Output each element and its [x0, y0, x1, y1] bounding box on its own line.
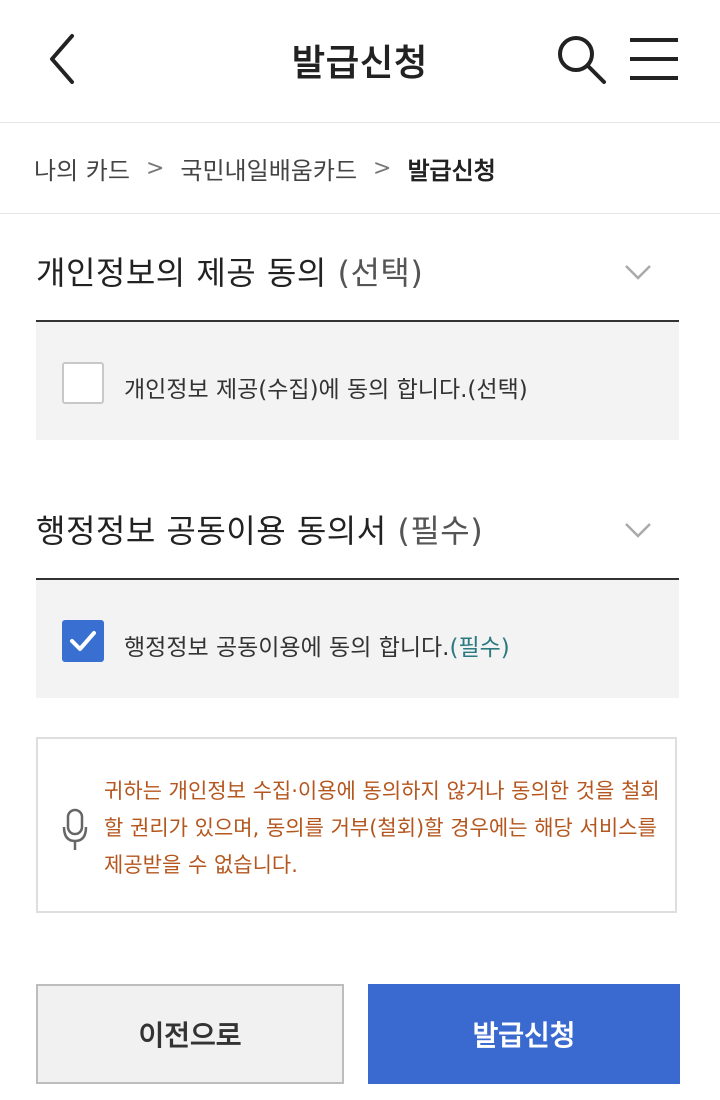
section-title-text: 행정정보 공동이용 동의서 — [36, 512, 387, 550]
search-icon[interactable] — [548, 26, 614, 92]
section-title: 행정정보 공동이용 동의서 (필수) — [36, 506, 483, 552]
section-title-tag: (필수) — [397, 512, 484, 550]
privacy-checkbox[interactable] — [62, 362, 104, 404]
chevron-down-icon[interactable] — [623, 260, 653, 284]
breadcrumb-separator: > — [373, 156, 392, 181]
section-title-text: 개인정보의 제공 동의 — [36, 254, 327, 292]
notice-text: 귀하는 개인정보 수집·이용에 동의하지 않거나 동의한 것을 철회할 권리가 … — [104, 779, 660, 877]
hamburger-menu-icon[interactable] — [620, 26, 686, 92]
section-title: 개인정보의 제공 동의 (선택) — [36, 248, 423, 294]
breadcrumb: 나의 카드 > 국민내일배움카드 > 발급신청 — [0, 123, 720, 214]
breadcrumb-item-card[interactable]: 국민내일배움카드 — [180, 151, 357, 186]
admin-info-checkbox[interactable] — [62, 620, 104, 662]
section-header-privacy[interactable]: 개인정보의 제공 동의 (선택) — [36, 230, 679, 323]
checkbox-label-main: 행정정보 공동이용에 동의 합니다. — [124, 635, 450, 661]
admin-info-checkbox-label[interactable]: 행정정보 공동이용에 동의 합니다.(필수) — [124, 628, 510, 662]
submit-button[interactable]: 발급신청 — [368, 984, 680, 1084]
breadcrumb-separator: > — [145, 156, 165, 181]
checkbox-label-required: (필수) — [449, 635, 510, 661]
breadcrumb-item-my-card[interactable]: 나의 카드 — [34, 151, 130, 186]
section-header-admin-info[interactable]: 행정정보 공동이용 동의서 (필수) — [36, 488, 679, 581]
prev-button[interactable]: 이전으로 — [36, 984, 344, 1084]
check-icon — [70, 631, 96, 651]
notice-box: 귀하는 개인정보 수집·이용에 동의하지 않거나 동의한 것을 철회할 권리가 … — [36, 737, 677, 913]
breadcrumb-item-current: 발급신청 — [407, 157, 496, 185]
microphone-icon — [62, 808, 88, 850]
agree-box-privacy: 개인정보 제공(수집)에 동의 합니다.(선택) — [36, 322, 679, 440]
chevron-down-icon[interactable] — [623, 518, 653, 542]
app-header: 발급신청 — [0, 0, 720, 123]
agree-box-admin-info: 행정정보 공동이용에 동의 합니다.(필수) — [36, 580, 679, 698]
privacy-checkbox-label[interactable]: 개인정보 제공(수집)에 동의 합니다.(선택) — [124, 370, 528, 404]
section-title-tag: (선택) — [337, 254, 424, 292]
